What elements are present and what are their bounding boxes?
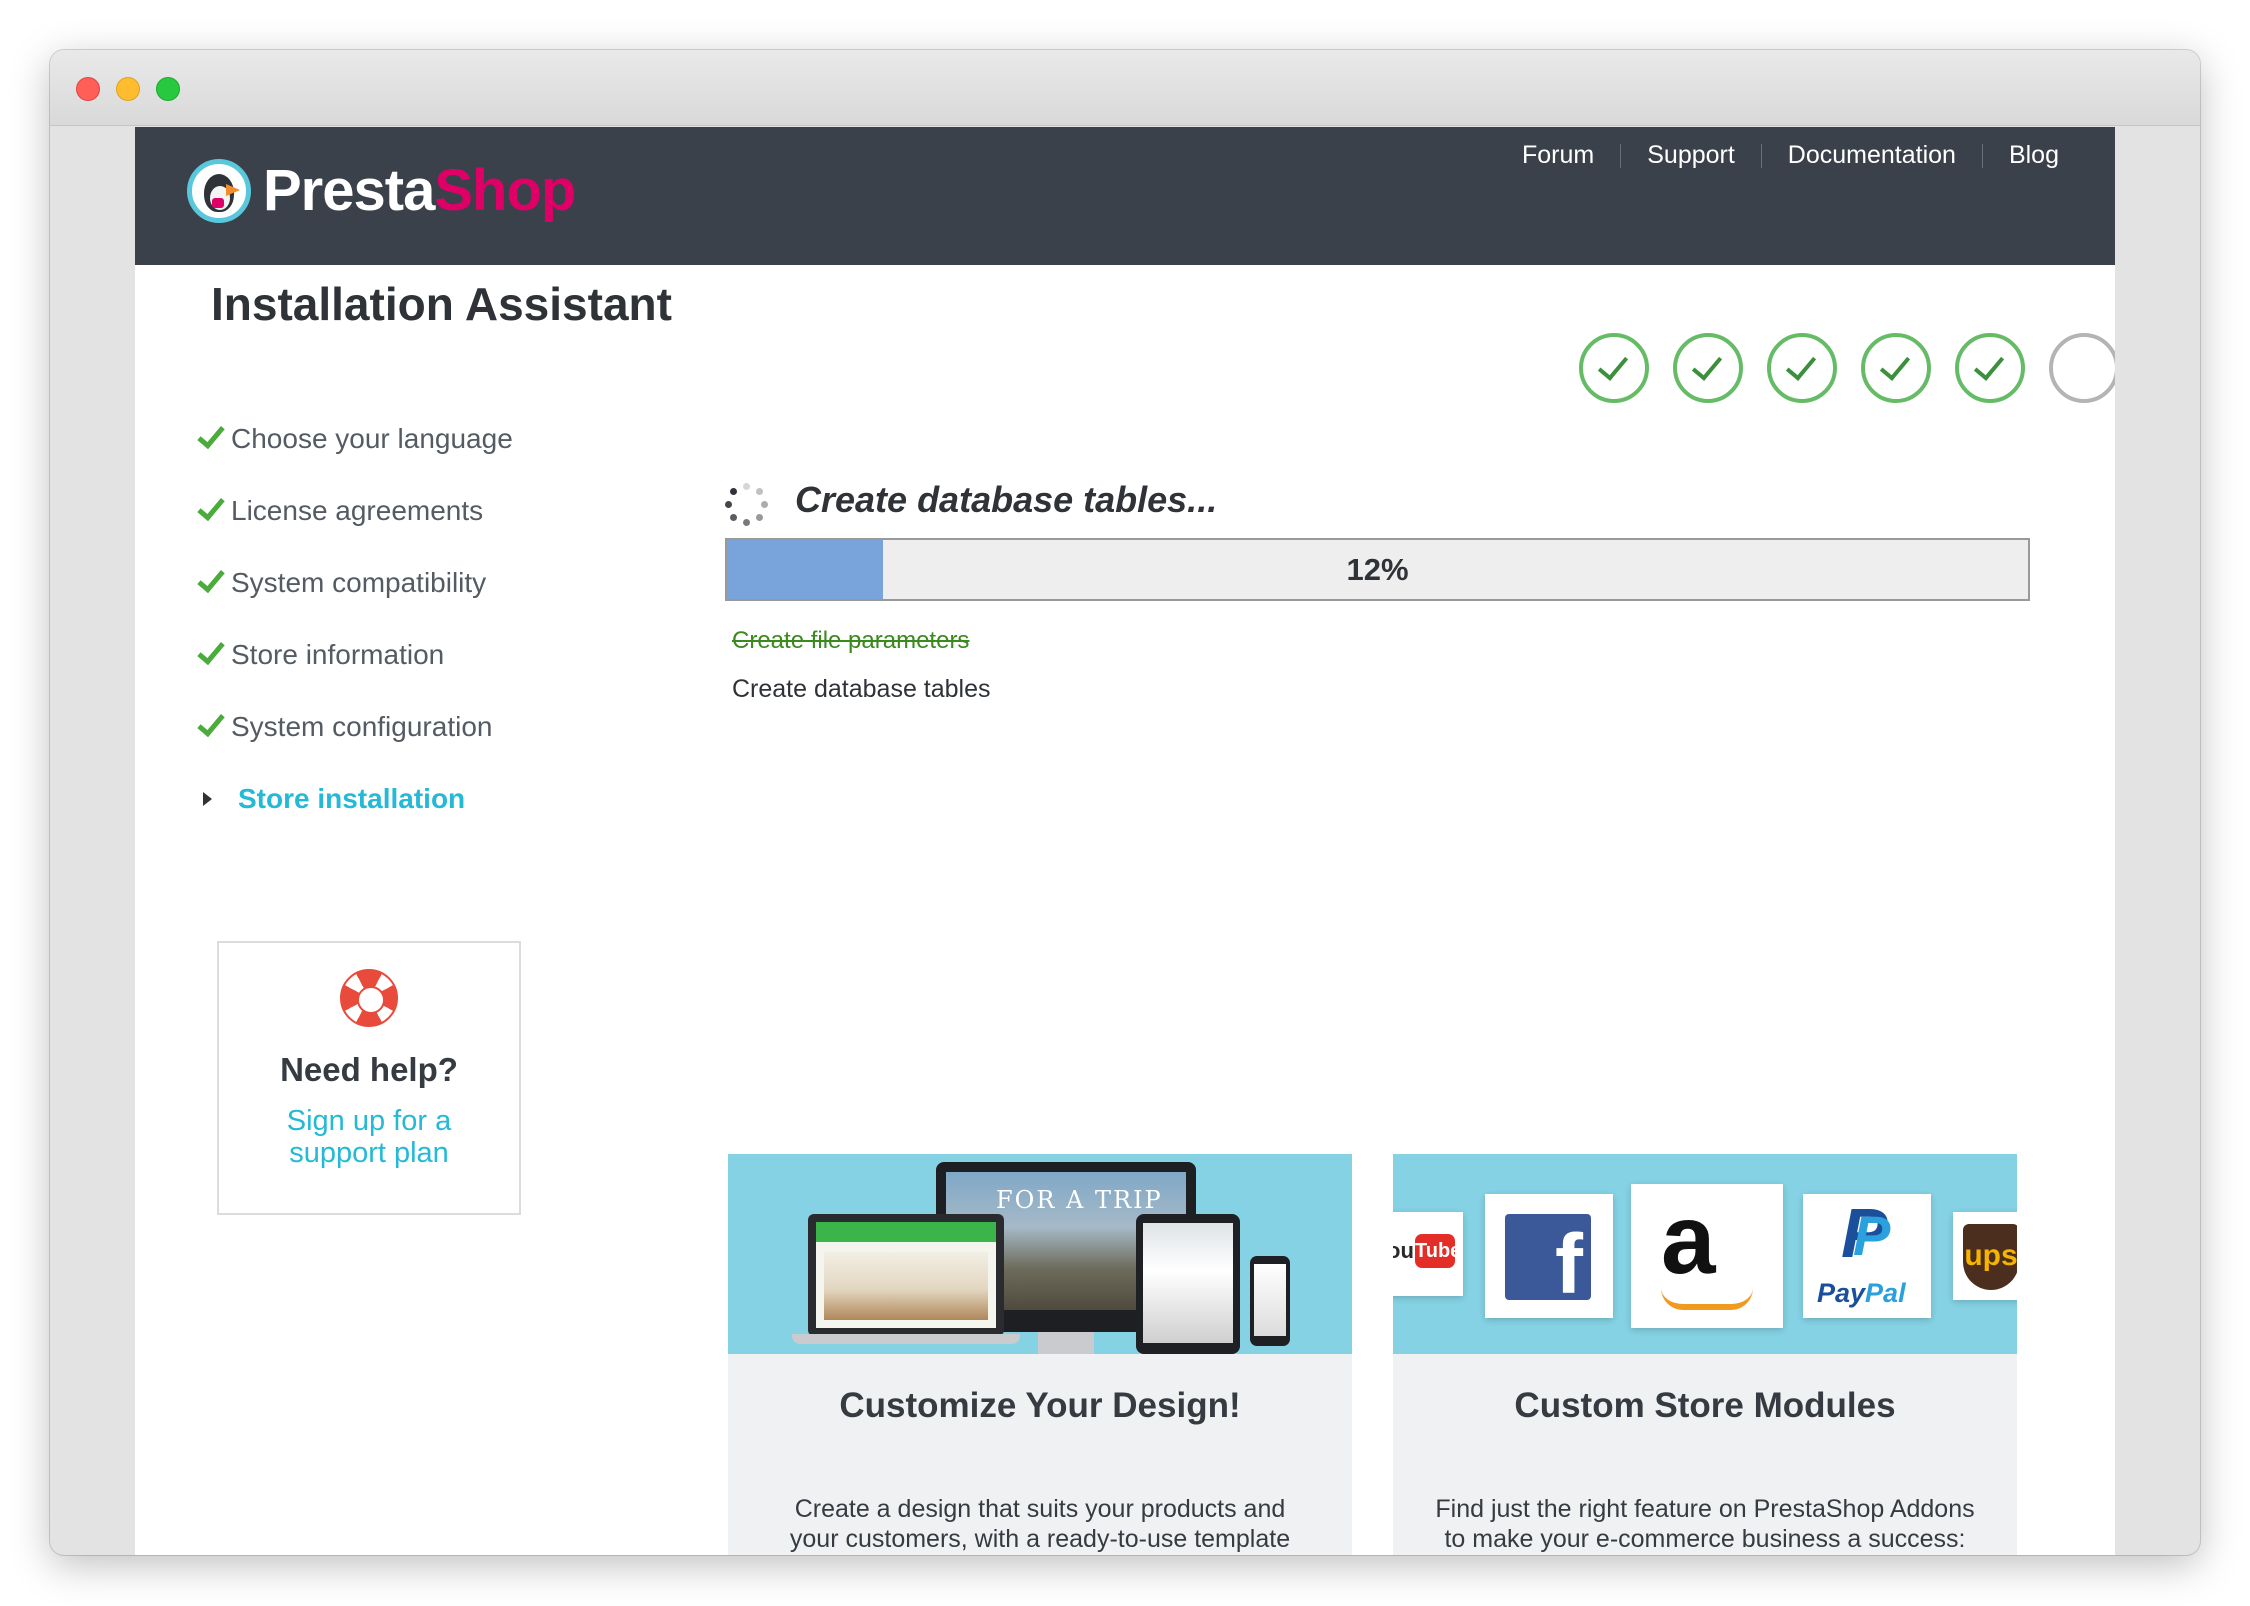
step-6-pending-icon (2049, 333, 2115, 403)
nav-separator (1981, 143, 1983, 168)
help-box: Need help? Sign up for a support plan (217, 941, 521, 1215)
paypal-pal-text: Pal (1865, 1278, 1906, 1308)
ups-logo-icon: ups (1953, 1212, 2017, 1300)
puffin-logo-icon (187, 159, 251, 223)
progress-title: Create database tables... (795, 479, 1218, 520)
sidebar-item-label: Choose your language (231, 423, 513, 454)
amazon-logo-icon: a (1631, 1184, 1783, 1328)
nav-separator (1760, 143, 1762, 168)
customize-design-card[interactable]: FOR A TRIP Customize Your Design! Create… (728, 1154, 1352, 1555)
top-navigation: Forum Support Documentation Blog (1522, 141, 2059, 170)
checkmark-icon (197, 564, 225, 594)
installation-progress-bar: 12% (725, 538, 2030, 601)
custom-store-modules-card[interactable]: ou Tube f a P P PayPal ups Custom Store … (1393, 1154, 2017, 1555)
module-logos-illustration: ou Tube f a P P PayPal ups (1393, 1154, 2017, 1354)
laptop-image (808, 1214, 1004, 1336)
tablet-image (1136, 1214, 1240, 1354)
minimize-window-button[interactable] (116, 77, 140, 101)
youtube-logo-text: ou (1393, 1238, 1414, 1263)
card-description: Create a design that suits your products… (789, 1495, 1291, 1553)
checkmark-icon (197, 492, 225, 522)
lifebuoy-icon (340, 969, 398, 1027)
nav-support-link[interactable]: Support (1647, 141, 1735, 170)
sidebar-item-system-configuration: System configuration (195, 707, 492, 747)
current-task-create-database-tables: Create database tables (732, 675, 991, 703)
checkmark-icon (197, 636, 225, 666)
close-window-button[interactable] (76, 77, 100, 101)
paypal-logo-text: PayPal (1817, 1278, 1906, 1309)
sidebar-item-store-installation: Store installation (195, 779, 465, 819)
logo-wordmark: PrestaShop (263, 162, 576, 220)
facebook-logo-icon: f (1485, 1194, 1613, 1318)
paypal-pay-text: Pay (1817, 1278, 1866, 1308)
step-4-complete-icon (1861, 333, 1931, 403)
sidebar-item-label: Store installation (238, 783, 466, 814)
nav-separator (1620, 143, 1622, 168)
sidebar-item-label: System configuration (231, 711, 493, 742)
logo-presta-text: Presta (263, 158, 435, 223)
nav-blog-link[interactable]: Blog (2009, 141, 2059, 170)
phone-image (1250, 1256, 1290, 1346)
youtube-logo-icon: ou Tube (1393, 1212, 1463, 1296)
window-titlebar (50, 50, 2200, 126)
support-plan-link[interactable]: Sign up for a support plan (259, 1105, 479, 1169)
sidebar-item-label: License agreements (231, 495, 484, 526)
youtube-logo-box: Tube (1415, 1234, 1461, 1268)
paypal-logo-icon: P P PayPal (1803, 1194, 1931, 1318)
progress-percent-label: 12% (1346, 551, 1409, 587)
step-2-complete-icon (1673, 333, 1743, 403)
step-5-complete-icon (1955, 333, 2025, 403)
checkmark-icon (197, 420, 225, 450)
logo-shop-text: Shop (434, 158, 576, 223)
prestashop-logo[interactable]: PrestaShop (187, 159, 576, 223)
sidebar-item-choose-language: Choose your language (195, 419, 513, 459)
loading-spinner-icon (725, 483, 769, 527)
installer-page: PrestaShop Forum Support Documentation B… (135, 127, 2115, 1555)
monitor-screen-text: FOR A TRIP (996, 1186, 1163, 1214)
sidebar-item-system-compatibility: System compatibility (195, 563, 486, 603)
facebook-logo-letter: f (1505, 1214, 1591, 1300)
checkmark-icon (197, 708, 225, 738)
sidebar-item-store-information: Store information (195, 635, 444, 675)
amazon-logo-letter: a (1661, 1184, 1716, 1294)
nav-documentation-link[interactable]: Documentation (1788, 141, 1956, 170)
site-header: PrestaShop Forum Support Documentation B… (135, 127, 2115, 265)
card-description: Find just the right feature on PrestaSho… (1435, 1495, 1975, 1553)
sidebar-item-label: System compatibility (231, 567, 487, 598)
nav-forum-link[interactable]: Forum (1522, 141, 1594, 170)
completed-task-create-file-parameters: Create file parameters (732, 627, 970, 654)
help-title: Need help? (280, 1051, 458, 1088)
page-title: Installation Assistant (211, 278, 672, 330)
browser-window: PrestaShop Forum Support Documentation B… (50, 50, 2200, 1555)
devices-illustration: FOR A TRIP (728, 1154, 1352, 1354)
card-title: Customize Your Design! (839, 1386, 1241, 1425)
ups-logo-text: ups (1963, 1224, 2017, 1290)
caret-right-icon (203, 792, 212, 806)
sidebar-item-license-agreements: License agreements (195, 491, 483, 531)
card-title: Custom Store Modules (1514, 1386, 1896, 1425)
sidebar-item-label: Store information (231, 639, 445, 670)
step-1-complete-icon (1579, 333, 1649, 403)
zoom-window-button[interactable] (156, 77, 180, 101)
step-3-complete-icon (1767, 333, 1837, 403)
